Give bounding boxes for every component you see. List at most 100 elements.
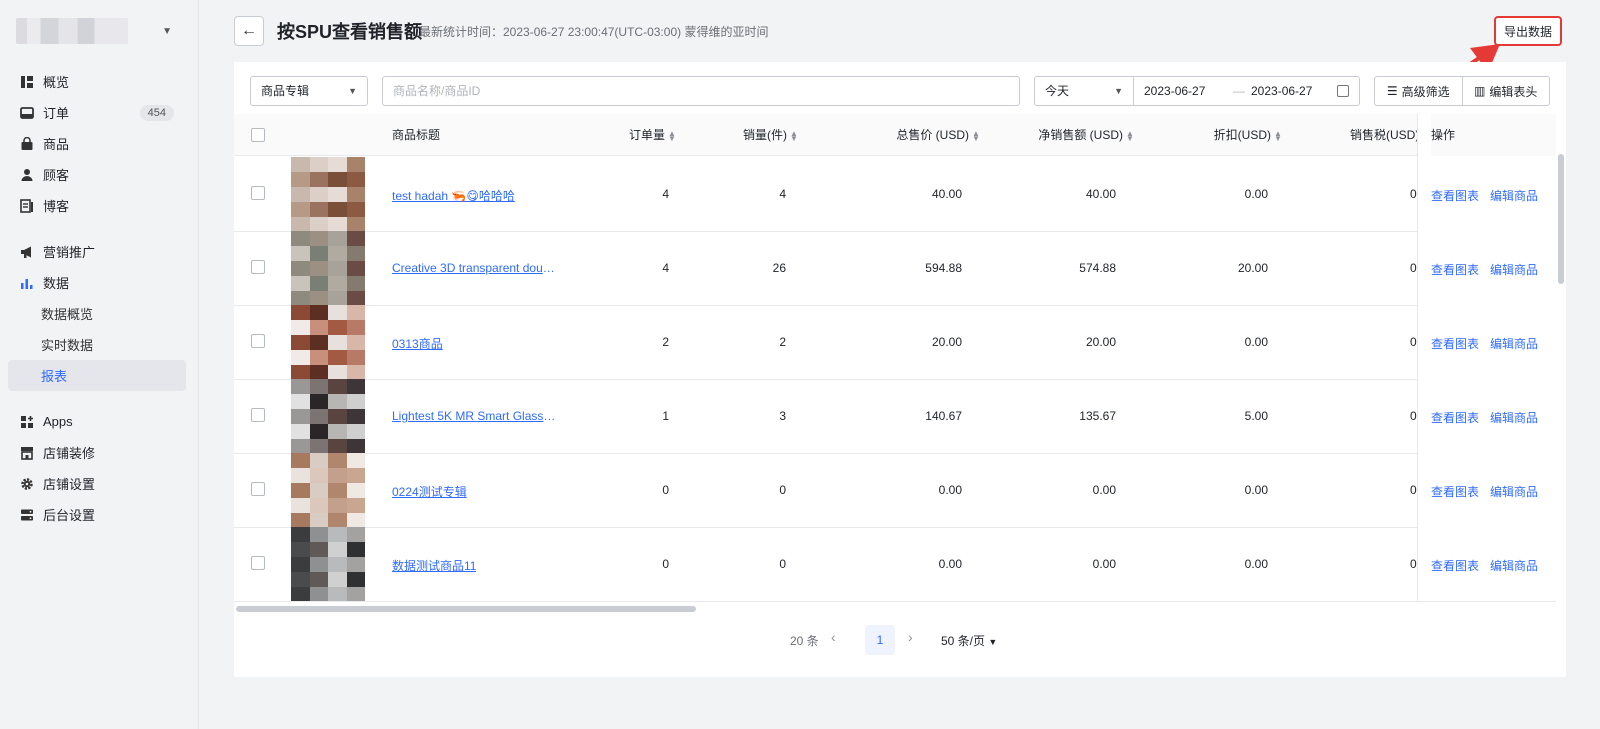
cell-tax: 0 (1410, 335, 1417, 349)
edit-header-label: 编辑表头 (1489, 84, 1538, 99)
scope-select[interactable]: 商品专辑 ▼ (250, 76, 368, 106)
row-checkbox[interactable] (251, 334, 265, 348)
product-thumbnail (291, 157, 365, 232)
period-select[interactable]: 今天 ▼ (1034, 76, 1134, 106)
vertical-scrollbar[interactable] (1558, 154, 1564, 284)
sidebar-item-data-overview[interactable]: 数据概览 (8, 298, 186, 329)
sidebar: ▼ 概览 订单 454 商品 顾客 博客 营销推广 数据 数据概览 实时数据 报… (0, 0, 199, 729)
table-row: Lightest 5K MR Smart Glasses 1 3 140.67 135.… (234, 379, 1556, 454)
cell-net: 0.00 (1092, 557, 1116, 571)
sidebar-item-blog[interactable]: 博客 (8, 190, 186, 221)
col-ops: 操作 (1431, 114, 1556, 156)
sidebar-item-label: 数据概览 (41, 307, 94, 322)
cell-orders: 4 (662, 261, 669, 275)
col-discount[interactable]: 折扣(USD) ▲ ▼ (1132, 114, 1282, 156)
page-size-value: 50 条/页 (941, 634, 986, 648)
back-button[interactable]: ← (234, 16, 264, 46)
row-checkbox[interactable] (251, 186, 265, 200)
admin-settings-icon (21, 509, 33, 520)
view-chart-link[interactable]: 查看图表 (1431, 261, 1479, 278)
view-chart-link[interactable]: 查看图表 (1431, 409, 1479, 426)
sidebar-item-label: 实时数据 (41, 338, 94, 353)
sidebar-item-reports[interactable]: 报表 (8, 360, 186, 391)
cell-sales: 3 (779, 409, 786, 423)
apps-icon (21, 415, 33, 428)
report-card: 商品专辑 ▼ 今天 ▼ 2023-06-27 — 2023-06-27 ☰ 高级… (234, 62, 1566, 677)
horizontal-scrollbar[interactable] (236, 606, 696, 612)
sidebar-item-realtime-data[interactable]: 实时数据 (8, 329, 186, 360)
cell-net: 0.00 (1092, 483, 1116, 497)
sidebar-item-label: 顾客 (43, 168, 70, 183)
sidebar-item-label: 概览 (43, 75, 70, 90)
view-chart-link[interactable]: 查看图表 (1431, 557, 1479, 574)
sidebar-item-admin-settings[interactable]: 后台设置 (8, 499, 186, 530)
cell-discount: 0.00 (1244, 483, 1268, 497)
sidebar-item-customers[interactable]: 顾客 (8, 159, 186, 190)
sidebar-item-apps[interactable]: Apps (8, 406, 186, 437)
col-title: 商品标题 (392, 128, 441, 142)
product-title-link[interactable]: Creative 3D transparent double-layer (392, 261, 556, 275)
col-orders-label: 订单量 (628, 128, 665, 142)
store-switcher[interactable]: ▼ (16, 18, 180, 44)
cell-gross: 20.00 (931, 335, 962, 349)
table-row: 数据测试商品11 0 0 0.00 0.00 0.00 0 (234, 527, 1556, 601)
calendar-icon (1337, 85, 1349, 97)
edit-product-link[interactable]: 编辑商品 (1490, 409, 1538, 426)
view-chart-link[interactable]: 查看图表 (1431, 187, 1479, 204)
sidebar-item-store-decor[interactable]: 店铺装修 (8, 437, 186, 468)
edit-product-link[interactable]: 编辑商品 (1490, 335, 1538, 352)
row-checkbox[interactable] (251, 408, 265, 422)
next-page-icon[interactable]: › (908, 629, 913, 645)
advanced-filter-button[interactable]: ☰ 高级筛选 (1375, 77, 1462, 105)
table-row: test hadah 🦐😋哈哈哈 4 4 40.00 40.00 0.00 0 (234, 157, 1556, 232)
product-title-link[interactable]: 0224测试专辑 (392, 483, 467, 500)
product-title-cell: Creative 3D transparent double-layer (392, 261, 556, 275)
edit-product-link[interactable]: 编辑商品 (1490, 261, 1538, 278)
edit-product-link[interactable]: 编辑商品 (1490, 187, 1538, 204)
cell-net: 135.67 (1079, 409, 1116, 423)
product-title-link[interactable]: test hadah 🦐😋哈哈哈 (392, 187, 515, 204)
sidebar-item-label: 后台设置 (43, 508, 96, 523)
sidebar-item-label: 店铺装修 (43, 446, 96, 461)
select-all-checkbox[interactable] (251, 128, 265, 142)
row-checkbox[interactable] (251, 482, 265, 496)
row-checkbox[interactable] (251, 556, 265, 570)
table-header: 商品标题 订单量 ▲ ▼ 销量(件) ▲ ▼ 总售价 (USD) ▲ ▼ 净销售额 (USD… (234, 114, 1556, 156)
advanced-filter-label: 高级筛选 (1401, 84, 1450, 99)
product-title-link[interactable]: 数据测试商品11 (392, 557, 476, 574)
cell-sales: 4 (779, 187, 786, 201)
arrow-left-icon: ← (241, 22, 257, 39)
sidebar-item-products[interactable]: 商品 (8, 128, 186, 159)
product-title-link[interactable]: Lightest 5K MR Smart Glasses (392, 409, 556, 423)
page-number[interactable]: 1 (865, 625, 895, 655)
date-range-picker[interactable]: 2023-06-27 — 2023-06-27 (1134, 76, 1360, 106)
sort-icon: ▲ ▼ (1274, 128, 1282, 143)
product-title-link[interactable]: 0313商品 (392, 335, 443, 352)
edit-header-button[interactable]: ▥ 编辑表头 (1461, 77, 1550, 105)
store-decor-icon (21, 446, 33, 460)
product-thumbnail (291, 379, 365, 454)
prev-page-icon[interactable]: ‹ (831, 629, 836, 645)
sidebar-item-orders[interactable]: 订单 454 (8, 97, 186, 128)
edit-product-link[interactable]: 编辑商品 (1490, 483, 1538, 500)
col-net[interactable]: 净销售额 (USD) ▲ ▼ (978, 114, 1134, 156)
sidebar-item-data[interactable]: 数据 (8, 267, 186, 298)
page-size-select[interactable]: 50 条/页 ▼ (941, 632, 997, 649)
col-sales[interactable]: 销量(件) ▲ ▼ (674, 114, 798, 156)
sidebar-item-overview[interactable]: 概览 (8, 66, 186, 97)
col-orders[interactable]: 订单量 ▲ ▼ (574, 114, 676, 156)
view-chart-link[interactable]: 查看图表 (1431, 483, 1479, 500)
sidebar-item-label: 店铺设置 (43, 477, 96, 492)
sidebar-item-store-settings[interactable]: 店铺设置 (8, 468, 186, 499)
col-gross[interactable]: 总售价 (USD) ▲ ▼ (796, 114, 980, 156)
table-row: Creative 3D transparent double-layer 4 26 5… (234, 231, 1556, 306)
sidebar-item-label: 营销推广 (43, 245, 96, 260)
edit-product-link[interactable]: 编辑商品 (1490, 557, 1538, 574)
table-row: 0224测试专辑 0 0 0.00 0.00 0.00 0 (234, 453, 1556, 528)
sidebar-item-marketing[interactable]: 营销推广 (8, 236, 186, 267)
view-chart-link[interactable]: 查看图表 (1431, 335, 1479, 352)
row-checkbox[interactable] (251, 260, 265, 274)
product-search-input[interactable] (382, 76, 1020, 106)
col-tax: 销售税(USD) (1350, 128, 1420, 142)
cell-net: 20.00 (1085, 335, 1116, 349)
